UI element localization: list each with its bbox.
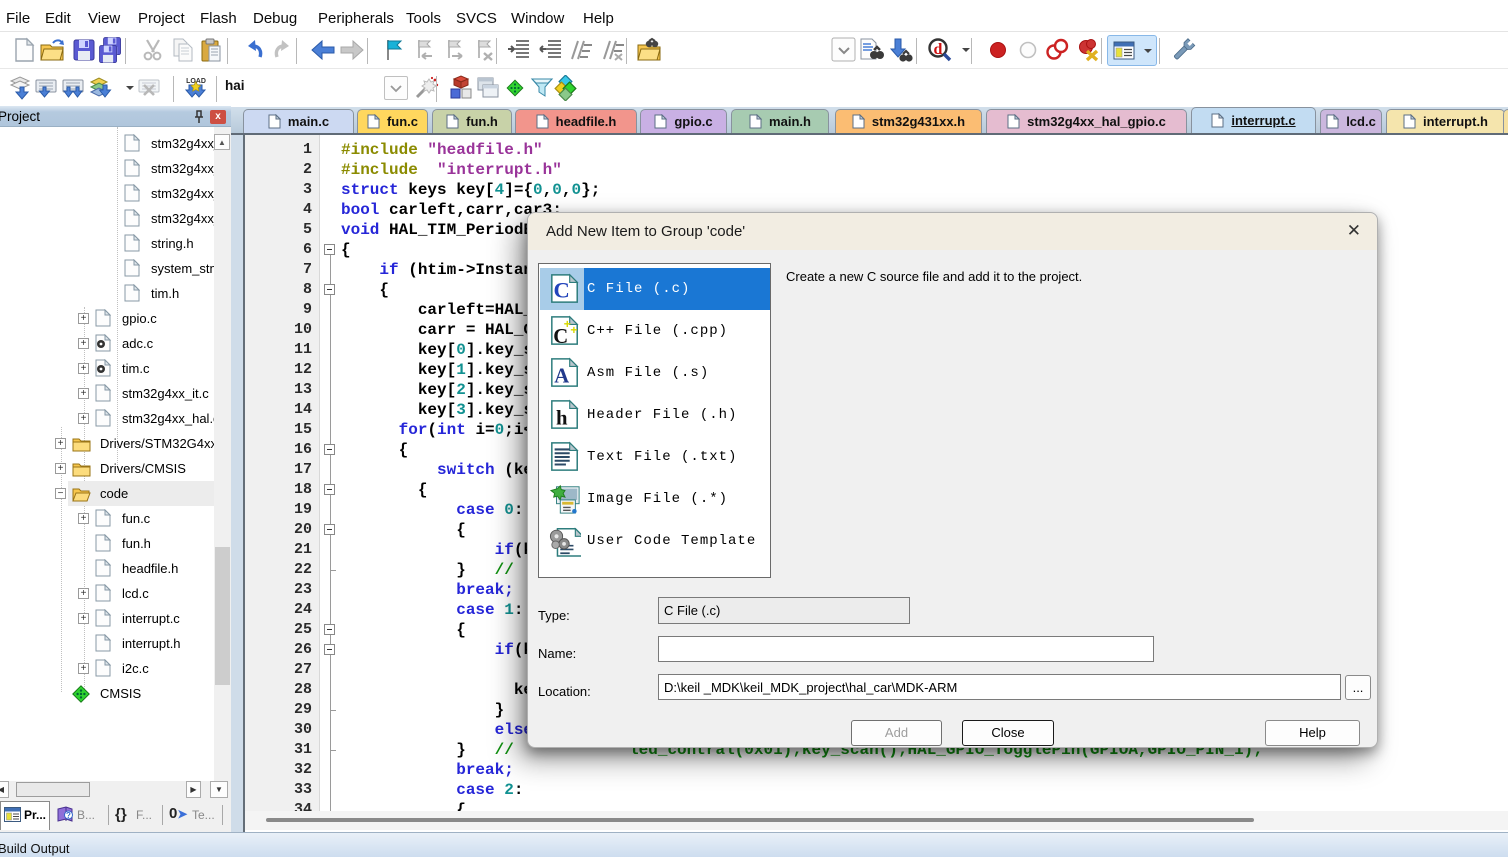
svg-text:A: A: [554, 365, 570, 387]
svg-text:+: +: [570, 324, 578, 338]
svg-text:d: d: [934, 41, 943, 58]
svg-text:?: ?: [66, 811, 71, 820]
svg-text:h: h: [556, 407, 568, 429]
svg-text:C: C: [554, 277, 571, 302]
